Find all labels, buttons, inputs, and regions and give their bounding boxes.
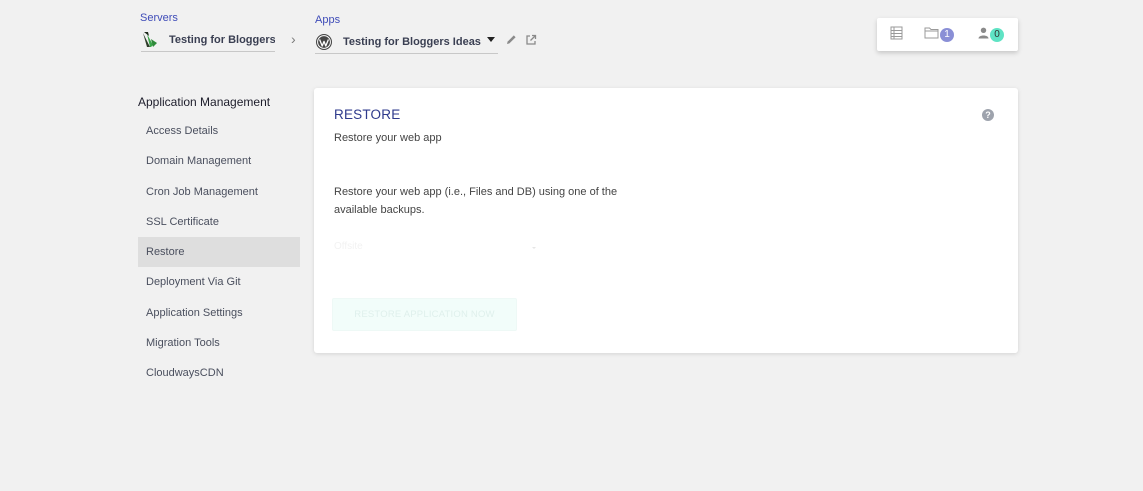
user-button[interactable]: 0	[978, 26, 1004, 44]
server-name: Testing for Bloggers I	[169, 34, 275, 46]
servers-label: Servers	[140, 12, 178, 24]
chevron-right-icon: ›	[291, 31, 296, 47]
list-icon	[890, 26, 903, 45]
user-icon	[978, 26, 989, 44]
sidebar-item-ssl-certificate[interactable]: SSL Certificate	[138, 207, 300, 237]
cloudways-server-icon	[141, 31, 159, 49]
external-link-icon[interactable]	[524, 33, 537, 46]
app-selector[interactable]: Testing for Bloggers Ideas	[315, 31, 498, 54]
sidebar-item-access-details[interactable]: Access Details	[138, 116, 300, 146]
restore-description: Restore your web app (i.e., Files and DB…	[334, 186, 618, 216]
sidebar-item-cron-job-management[interactable]: Cron Job Management	[138, 177, 300, 207]
pencil-icon[interactable]	[505, 33, 517, 45]
sidebar-item-application-settings[interactable]: Application Settings	[138, 298, 300, 328]
sidebar-item-migration-tools[interactable]: Migration Tools	[138, 328, 300, 358]
server-selector[interactable]: Testing for Bloggers I	[141, 29, 275, 52]
sidebar-item-domain-management[interactable]: Domain Management	[138, 146, 300, 176]
app-name: Testing for Bloggers Ideas	[343, 36, 481, 48]
folder-count-badge: 1	[940, 28, 954, 42]
list-button[interactable]	[890, 26, 903, 45]
apps-label: Apps	[315, 14, 341, 26]
sidebar-item-cloudwayscdn[interactable]: CloudwaysCDN	[138, 358, 300, 388]
chevron-down-icon	[532, 247, 536, 249]
backup-select[interactable]: Offsite	[334, 241, 536, 259]
folder-button[interactable]: 1	[924, 26, 954, 44]
sidebar-item-deployment-via-git[interactable]: Deployment Via Git	[138, 267, 300, 297]
sidebar-title: Application Management	[138, 95, 271, 109]
page-title: RESTORE	[334, 107, 401, 122]
folder-icon	[924, 26, 939, 44]
top-right-panel: 1 0	[877, 18, 1018, 51]
restore-application-button[interactable]: RESTORE APPLICATION NOW	[332, 298, 517, 331]
wordpress-icon	[315, 33, 333, 51]
page-subtitle: Restore your web app	[334, 132, 442, 144]
sidebar-nav: Access Details Domain Management Cron Jo…	[138, 116, 300, 389]
user-count-badge: 0	[990, 28, 1004, 42]
backup-select-value: Offsite	[334, 241, 363, 252]
help-icon[interactable]: ?	[982, 109, 994, 121]
chevron-down-icon[interactable]	[487, 37, 495, 42]
restore-card: RESTORE Restore your web app ? Restore y…	[314, 88, 1018, 353]
sidebar-item-restore[interactable]: Restore	[138, 237, 300, 268]
